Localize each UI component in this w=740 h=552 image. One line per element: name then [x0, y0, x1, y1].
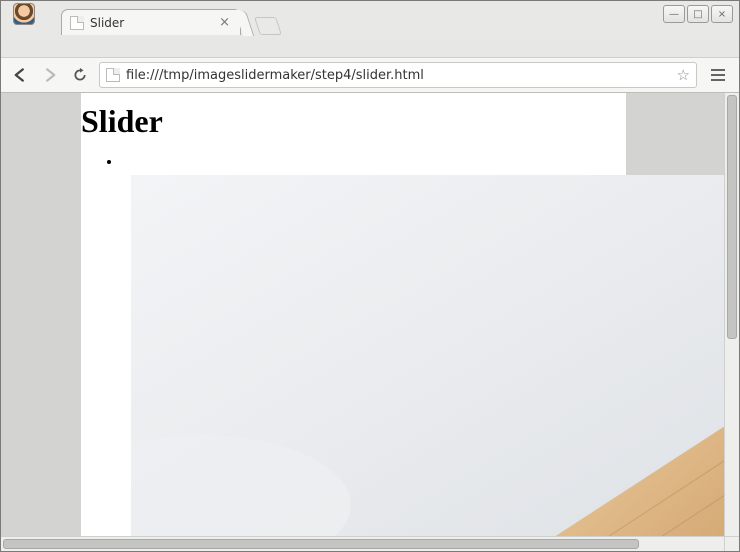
- file-icon: [106, 68, 120, 82]
- menu-button[interactable]: [705, 62, 731, 88]
- arrow-left-icon: [13, 68, 27, 82]
- tab-strip: Slider ×: [61, 5, 279, 35]
- page-body: Slider: [81, 93, 626, 551]
- bookmark-star-icon[interactable]: ☆: [677, 66, 690, 84]
- profile-avatar[interactable]: [13, 3, 35, 25]
- tab-close-button[interactable]: ×: [219, 16, 230, 29]
- page-title: Slider: [81, 93, 626, 148]
- window-minimize-button[interactable]: —: [663, 5, 685, 23]
- slider-list: 10 20: [81, 154, 626, 169]
- list-item: 10 20: [121, 154, 626, 169]
- content-viewport: Slider: [1, 93, 739, 551]
- scroll-corner: [724, 536, 739, 551]
- browser-window: — □ × Slider × file:///tmp/imagesliderma…: [0, 0, 740, 552]
- browser-tab[interactable]: Slider ×: [61, 9, 241, 35]
- reload-icon: [73, 68, 87, 82]
- back-button[interactable]: [9, 64, 31, 86]
- window-maximize-button[interactable]: □: [687, 5, 709, 23]
- hamburger-icon: [711, 69, 725, 71]
- horizontal-scrollbar[interactable]: [1, 536, 724, 551]
- forward-button[interactable]: [39, 64, 61, 86]
- arrow-right-icon: [43, 68, 57, 82]
- file-icon: [70, 16, 84, 30]
- slide-image: 10 20: [131, 175, 739, 551]
- window-controls: — □ ×: [663, 5, 733, 23]
- url-text: file:///tmp/imageslidermaker/step4/slide…: [126, 68, 671, 83]
- page-canvas: Slider: [1, 93, 707, 551]
- vertical-scroll-thumb[interactable]: [727, 95, 737, 339]
- horizontal-scroll-thumb[interactable]: [3, 539, 639, 549]
- new-tab-button[interactable]: [254, 17, 282, 35]
- vertical-scrollbar[interactable]: [724, 93, 739, 536]
- window-close-button[interactable]: ×: [711, 5, 733, 23]
- address-bar[interactable]: file:///tmp/imageslidermaker/step4/slide…: [99, 62, 697, 88]
- browser-toolbar: file:///tmp/imageslidermaker/step4/slide…: [1, 57, 739, 93]
- reload-button[interactable]: [69, 64, 91, 86]
- tab-title: Slider: [90, 16, 124, 30]
